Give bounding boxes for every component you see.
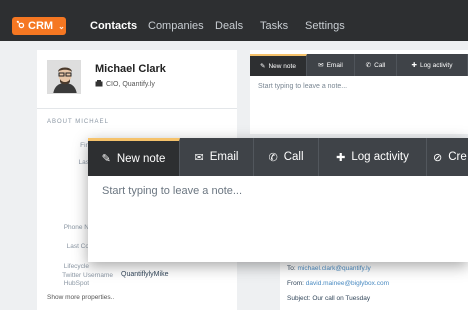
email-icon: ✉: [318, 62, 324, 69]
tab-label: Call: [374, 61, 386, 69]
email-from-address[interactable]: david.mainee@biglybox.com: [306, 280, 389, 287]
top-nav: CRM ⌄ Contacts Companies Deals Tasks Set…: [0, 0, 468, 41]
tab-label: New note: [268, 62, 296, 70]
property-label-lifecycle: Lifecycle: [63, 263, 89, 270]
crm-label: CRM: [28, 20, 54, 32]
show-more-properties-link[interactable]: Show more properties..: [47, 294, 114, 301]
zoomed-composer-tabs: ✎ New note ✉ Email ✆ Call ✚ Log activity…: [88, 138, 468, 176]
tab-label: New note: [116, 152, 166, 165]
property-label-first-name: Firs: [80, 142, 91, 149]
zoomed-activity-composer: ✎ New note ✉ Email ✆ Call ✚ Log activity…: [88, 138, 468, 262]
hubspot-logo-icon: [16, 20, 25, 32]
tab-log-activity[interactable]: ✚ Log activity: [397, 54, 468, 76]
property-label-last-name: Las: [78, 159, 89, 166]
tab-label: Email: [326, 61, 343, 69]
property-value-twitter[interactable]: QuantiflylyMike: [121, 271, 168, 278]
tab-call[interactable]: ✆ Call: [355, 54, 397, 76]
property-label-phone: Phone N: [63, 224, 89, 231]
email-from-label: From:: [287, 280, 304, 287]
composer-tabs: ✎ New note ✉ Email ✆ Call ✚ Log activity: [250, 54, 468, 76]
divider: [37, 108, 237, 109]
nav-companies[interactable]: Companies: [148, 20, 204, 32]
tab-label: Call: [283, 151, 304, 163]
phone-icon: ✆: [268, 151, 278, 164]
email-preview: To: michael.clark@quantify.ly From: davi…: [280, 256, 468, 310]
email-subject-label: Subject:: [287, 295, 311, 302]
email-to-address[interactable]: michael.clark@quantify.ly: [297, 265, 370, 272]
zoomed-tab-new-note[interactable]: ✎ New note: [88, 138, 180, 176]
check-circle-icon: ⊘: [433, 151, 443, 164]
building-icon: [95, 80, 103, 89]
crm-menu-button[interactable]: CRM ⌄: [12, 17, 66, 35]
contact-title: CIO, Quantify.ly: [95, 80, 155, 89]
tab-label: Log activity: [419, 61, 453, 69]
tab-new-note[interactable]: ✎ New note: [250, 54, 307, 76]
nav-tasks[interactable]: Tasks: [260, 20, 288, 32]
contact-name: Michael Clark: [95, 63, 166, 75]
contact-title-text: CIO, Quantify.ly: [106, 81, 155, 88]
email-to-label: To:: [287, 265, 296, 272]
plus-icon: ✚: [336, 151, 346, 164]
tab-label: Cre: [448, 151, 467, 163]
avatar[interactable]: [47, 60, 81, 94]
tab-label: Log activity: [351, 151, 409, 163]
activity-composer: ✎ New note ✉ Email ✆ Call ✚ Log activity…: [250, 50, 468, 134]
property-label-twitter: Twitter Username: [62, 272, 113, 279]
nav-settings[interactable]: Settings: [305, 20, 345, 32]
edit-icon: ✎: [260, 63, 266, 70]
property-label-hubspot: HubSpot: [63, 280, 89, 287]
email-subject-text: Our call on Tuesday: [312, 295, 371, 302]
edit-icon: ✎: [101, 153, 111, 165]
zoomed-tab-email[interactable]: ✉ Email: [180, 138, 254, 176]
zoomed-tab-log-activity[interactable]: ✚ Log activity: [319, 138, 427, 176]
phone-icon: ✆: [365, 62, 372, 69]
email-subject: Subject: Our call on Tuesday: [287, 295, 370, 302]
tab-email[interactable]: ✉ Email: [307, 54, 355, 76]
about-header: ABOUT MICHAEL: [47, 119, 109, 125]
plus-icon: ✚: [411, 62, 417, 69]
email-icon: ✉: [194, 151, 204, 164]
nav-deals[interactable]: Deals: [215, 20, 243, 32]
zoomed-tab-call[interactable]: ✆ Call: [254, 138, 319, 176]
chevron-down-icon: ⌄: [58, 21, 65, 31]
tab-label: Email: [209, 151, 239, 163]
note-input[interactable]: Start typing to leave a note...: [258, 83, 347, 90]
email-to: To: michael.clark@quantify.ly: [287, 265, 371, 272]
nav-contacts[interactable]: Contacts: [90, 20, 137, 32]
email-from: From: david.mainee@biglybox.com: [287, 280, 389, 287]
zoomed-tab-create[interactable]: ⊘ Cre: [427, 138, 468, 176]
property-label-last-contacted: Last Co: [66, 243, 89, 250]
zoomed-note-input[interactable]: Start typing to leave a note...: [102, 185, 242, 197]
